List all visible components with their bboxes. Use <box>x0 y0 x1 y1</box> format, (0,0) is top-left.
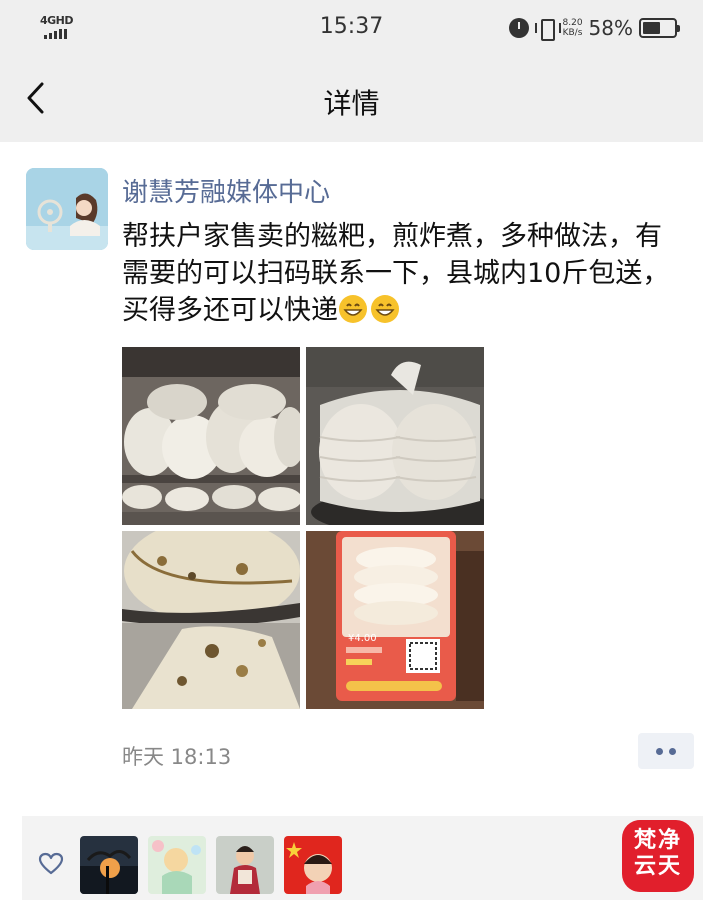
heart-outline-icon <box>38 852 64 875</box>
photo-bagged-rice-cakes[interactable] <box>306 347 484 525</box>
watermark-line-2: 云天 <box>633 854 682 879</box>
photo-price-text: ¥4.00 <box>348 633 377 644</box>
photo-price-card[interactable]: ¥4.00 <box>306 531 484 709</box>
more-dots-icon <box>656 747 663 755</box>
liker-avatar-flag-child[interactable] <box>284 836 342 894</box>
battery-percent: 58% <box>588 16 633 40</box>
battery-icon <box>639 18 680 38</box>
author-avatar[interactable] <box>26 168 108 250</box>
status-icons: 8.20 KB/s 58% <box>508 14 680 42</box>
watermark-line-1: 梵净 <box>633 828 682 853</box>
watermark-logo: 梵净 云天 <box>622 820 694 892</box>
liker-avatar-cartoon[interactable] <box>148 836 206 894</box>
speed-value: 8.20 <box>562 18 583 28</box>
liker-avatar-sunset[interactable] <box>80 836 138 894</box>
status-bar: 4GHD 15:37 8.20 KB/s 58% <box>0 0 703 56</box>
post-text: 帮扶户家售卖的糍粑，煎炸煮，多种做法，有需要的可以扫码联系一下，县城内10斤包送… <box>122 218 682 329</box>
grinning-face-icon <box>339 295 367 323</box>
speed-unit: KB/s <box>562 28 583 38</box>
nav-bar: 详情 <box>0 56 703 142</box>
network-speed: 8.20 KB/s <box>563 18 583 38</box>
liker-avatar-girl[interactable] <box>216 836 274 894</box>
more-options-button[interactable] <box>638 733 694 769</box>
vibrate-icon <box>534 18 561 41</box>
likes-bar <box>22 816 703 900</box>
photo-grid: ¥4.00 <box>122 347 484 709</box>
alarm-icon <box>508 18 529 38</box>
post-timestamp: 昨天 18:13 <box>122 745 232 769</box>
battery-level <box>643 22 661 34</box>
grinning-face-icon <box>371 295 399 323</box>
more-dots-icon-dot <box>669 747 676 755</box>
author-name[interactable]: 谢慧芳融媒体中心 <box>122 172 330 209</box>
page-title: 详情 <box>323 87 380 120</box>
photo-stacked-rice-cakes[interactable] <box>122 347 300 525</box>
photo-fried-rice-cake[interactable] <box>122 531 300 709</box>
